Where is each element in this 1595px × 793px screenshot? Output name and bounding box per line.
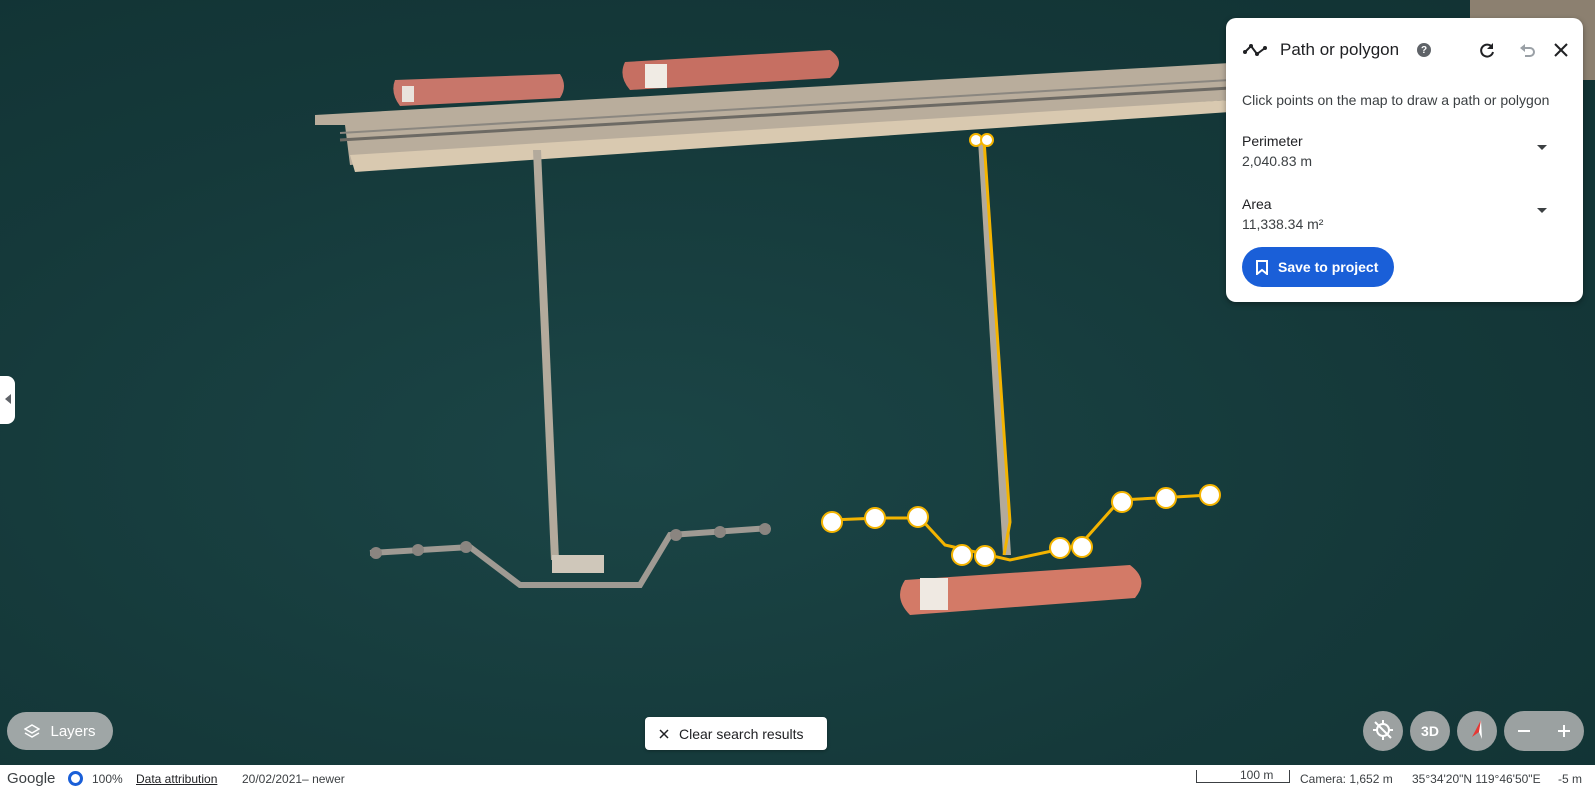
- ship-top-left: [393, 74, 564, 106]
- clear-search-results-button[interactable]: Clear search results: [645, 717, 827, 750]
- status-bar: Google 100% Data attribution 20/02/2021–…: [0, 765, 1595, 793]
- scale-label: 100 m: [1240, 768, 1274, 782]
- compass-icon: [1468, 719, 1486, 744]
- tanker-bottom: [900, 565, 1142, 615]
- ship-top-center: [622, 50, 839, 90]
- coordinates: 35°34'20"N 119°46'50"E: [1412, 772, 1541, 786]
- loading-indicator: [68, 771, 83, 786]
- panel-header: Path or polygon ?: [1242, 36, 1571, 64]
- clear-icon: [649, 728, 679, 739]
- panel-title: Path or polygon: [1280, 40, 1400, 59]
- bookmark-icon: [1256, 259, 1268, 275]
- save-to-project-button[interactable]: Save to project: [1242, 247, 1395, 287]
- undo-icon[interactable]: [1513, 36, 1541, 64]
- layers-button[interactable]: Layers: [7, 712, 113, 750]
- save-label: Save to project: [1278, 259, 1379, 275]
- close-icon[interactable]: [1547, 36, 1575, 64]
- path-vertices: [821, 133, 1221, 567]
- dropdown-icon[interactable]: [1537, 145, 1547, 150]
- location-off-icon: [1372, 719, 1394, 744]
- measurement-path: [829, 138, 1211, 562]
- google-logo: Google: [7, 770, 56, 787]
- compass-button[interactable]: [1457, 711, 1497, 751]
- collapse-icon: [4, 391, 12, 409]
- imagery-dates[interactable]: 20/02/2021– newer: [242, 772, 345, 786]
- help-icon[interactable]: ?: [1417, 43, 1432, 57]
- load-percent: 100%: [92, 772, 123, 786]
- clear-label: Clear search results: [679, 725, 804, 742]
- elevation: -5 m: [1558, 772, 1582, 786]
- perimeter-value: 2,040.83 m: [1242, 153, 1313, 169]
- zoom-in-icon[interactable]: [1544, 711, 1584, 751]
- area-row[interactable]: Area 11,338.34 m²: [1242, 196, 1567, 240]
- trestle-right: [978, 140, 1011, 555]
- area-label: Area: [1242, 196, 1272, 212]
- path-polygon-icon: [1242, 40, 1268, 60]
- zoom-out-icon[interactable]: [1504, 711, 1544, 751]
- area-value: 11,338.34 m²: [1242, 216, 1324, 232]
- panel-hint: Click points on the map to draw a path o…: [1242, 92, 1550, 108]
- measure-panel: Path or polygon ? Click points on the ma…: [1226, 18, 1583, 302]
- layers-icon: [24, 723, 41, 739]
- zoom-controls: [1504, 711, 1584, 751]
- tilt-3d-button[interactable]: 3D: [1410, 711, 1450, 751]
- dropdown-icon[interactable]: [1537, 208, 1547, 213]
- refresh-icon[interactable]: [1473, 36, 1501, 64]
- data-attribution-link[interactable]: Data attribution: [136, 772, 217, 786]
- trestle-left: [533, 150, 559, 560]
- collapse-panel-button[interactable]: [0, 376, 15, 424]
- camera-altitude: Camera: 1,652 m: [1300, 772, 1393, 786]
- perimeter-label: Perimeter: [1242, 133, 1303, 149]
- perimeter-row[interactable]: Perimeter 2,040.83 m: [1242, 133, 1567, 177]
- location-button[interactable]: [1363, 711, 1403, 751]
- layers-label: Layers: [50, 722, 96, 740]
